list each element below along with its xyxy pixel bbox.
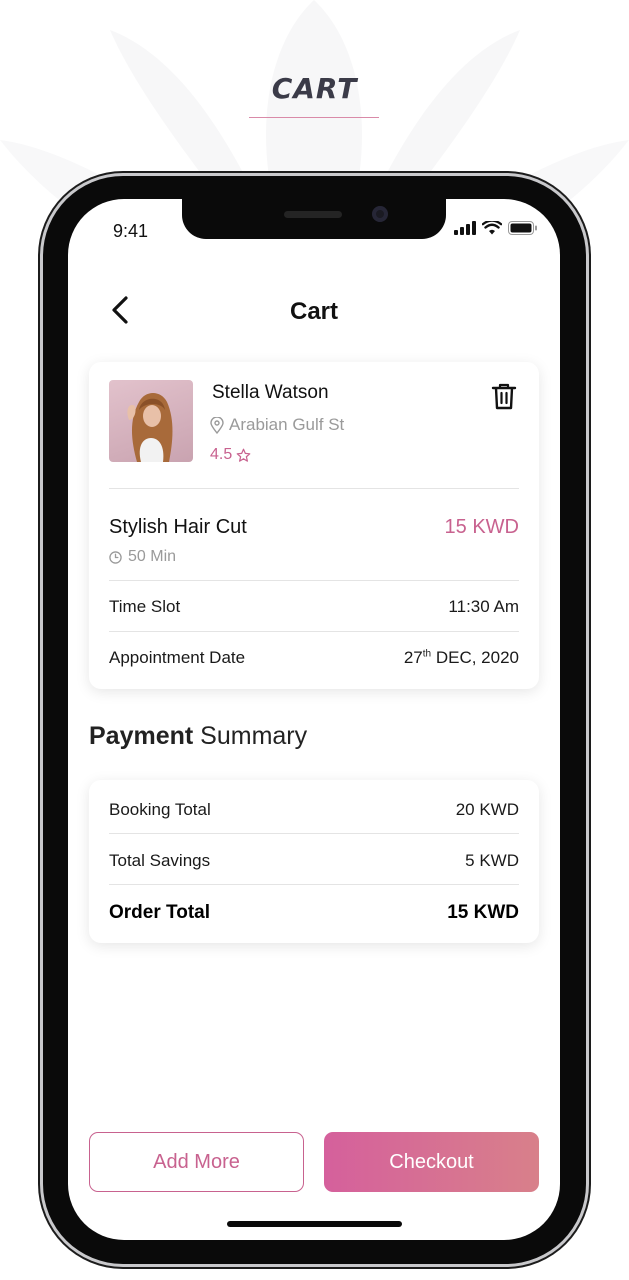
status-time: 9:41 [113,221,149,241]
mute-switch [38,350,42,388]
booking-total-label: Booking Total [109,800,211,819]
payment-title-bold: Payment [89,722,194,750]
divider [109,833,519,834]
booking-total-value: 20 KWD [455,800,519,819]
signal-icon [454,221,476,235]
notch [182,199,446,239]
order-total-value: 15 KWD [447,902,519,923]
add-more-button[interactable]: Add More [89,1132,304,1192]
time-slot-value: 11:30 Am [448,597,519,616]
battery-icon [508,221,537,235]
booking-card: Stella Watson Arabian Gulf St 4.5 Stylis… [89,362,539,689]
nav-bar: Cart [68,295,560,335]
location-pin-icon [210,416,224,434]
stylist-rating: 4.5 [210,446,251,464]
trash-icon[interactable] [491,382,517,410]
location-text: Arabian Gulf St [229,415,345,434]
front-camera [372,206,388,222]
volume-down-button [38,532,42,610]
payment-summary-title: Payment Summary [89,722,307,751]
volume-up-button [38,428,42,506]
stylist-location: Arabian Gulf St [210,415,344,435]
payment-summary-card: Booking Total 20 KWD Total Savings 5 KWD… [89,780,539,943]
phone-screen: 9:41 Cart Stella Watson Arabian Gulf St … [68,199,560,1240]
stylist-avatar [109,380,193,462]
appointment-date-label: Appointment Date [109,648,246,667]
service-name: Stylish Hair Cut [109,516,247,538]
order-total-label: Order Total [109,902,210,923]
divider [109,580,519,581]
page-heading: CART [271,72,358,105]
divider [109,488,519,489]
star-icon [236,448,251,462]
rating-value: 4.5 [210,446,233,463]
total-savings-value: 5 KWD [465,851,519,870]
nav-title: Cart [289,298,338,325]
date-day: 27 [403,648,423,667]
date-suffix: th [422,648,432,660]
clock-icon [109,550,122,564]
date-rest: DEC, 2020 [431,648,519,667]
service-duration: 50 Min [109,548,176,566]
wifi-icon [482,221,502,235]
home-indicator [227,1221,402,1227]
service-price: 15 KWD [444,516,519,538]
status-icons [454,221,538,235]
checkout-button[interactable]: Checkout [324,1132,539,1192]
duration-text: 50 Min [128,548,177,565]
earpiece-speaker [284,211,342,218]
heading-underline [249,117,379,118]
appointment-date-value: 27th DEC, 2020 [404,648,519,668]
divider [109,884,519,885]
payment-title-rest: Summary [193,722,308,750]
divider [109,631,519,632]
power-button [586,455,590,581]
total-savings-label: Total Savings [109,851,211,870]
stylist-name: Stella Watson [212,382,329,403]
time-slot-label: Time Slot [109,597,181,616]
